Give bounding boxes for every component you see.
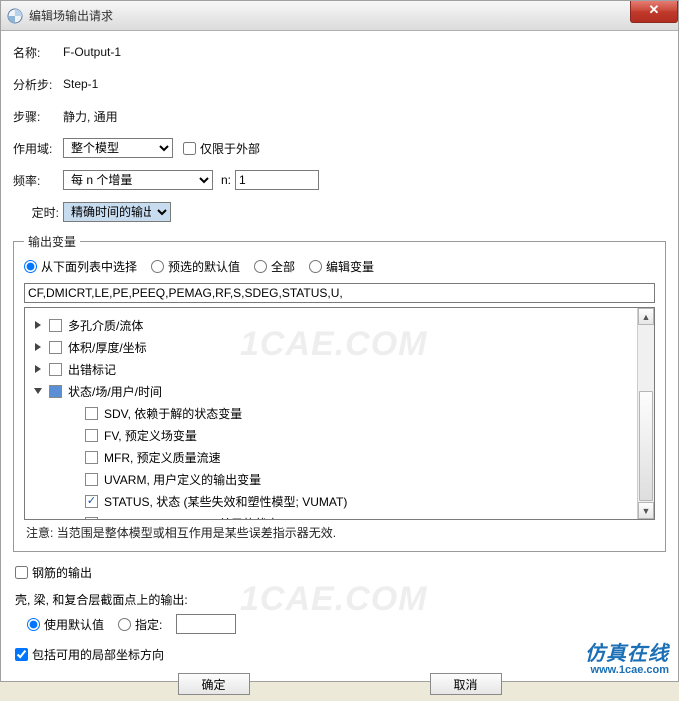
radio-from-list-label: 从下面列表中选择 — [41, 258, 137, 275]
frequency-label: 频率: — [13, 172, 63, 189]
tree-scrollbar[interactable]: ▲ ▼ — [637, 308, 654, 519]
section-points-label: 壳, 梁, 和复合层截面点上的输出: — [15, 591, 664, 608]
local-dirs-label: 包括可用的局部坐标方向 — [32, 646, 164, 663]
tree-node-error[interactable]: 出错标记 — [29, 358, 650, 380]
radio-edit-label: 编辑变量 — [326, 258, 374, 275]
specify-input[interactable] — [176, 614, 236, 634]
tree-checkbox-partial[interactable] — [49, 385, 62, 398]
tree-node-label: 多孔介质/流体 — [68, 317, 143, 334]
local-dirs-checkbox[interactable] — [15, 648, 28, 661]
scroll-up-button[interactable]: ▲ — [638, 308, 654, 325]
n-label: n: — [221, 173, 231, 187]
ok-button[interactable]: 确定 — [178, 673, 250, 695]
scroll-thumb[interactable] — [639, 391, 653, 501]
radio-preselected-label: 预选的默认值 — [168, 258, 240, 275]
scroll-down-button[interactable]: ▼ — [638, 502, 654, 519]
window-title: 编辑场输出请求 — [29, 7, 113, 24]
step-value: Step-1 — [63, 77, 98, 91]
timing-label: 定时: — [13, 204, 63, 221]
radio-from-list[interactable] — [24, 260, 37, 273]
frequency-select[interactable]: 每 n 个增量 — [63, 170, 213, 190]
rebar-checkbox[interactable] — [15, 566, 28, 579]
tree-leaf-label: STATUSXFEM, xfem 单元的状态 — [104, 515, 279, 521]
radio-specify-label: 指定: — [135, 616, 162, 633]
titlebar: 编辑场输出请求 ✕ — [1, 1, 678, 31]
cancel-button[interactable]: 取消 — [430, 673, 502, 695]
tree-leaf-label: UVARM, 用户定义的输出变量 — [104, 471, 261, 488]
radio-all[interactable] — [254, 260, 267, 273]
tree-checkbox[interactable] — [85, 451, 98, 464]
domain-label: 作用域: — [13, 140, 63, 157]
tree-leaf-status[interactable]: STATUS, 状态 (某些失效和塑性模型; VUMAT) — [29, 490, 650, 512]
rebar-label: 钢筋的输出 — [32, 564, 92, 581]
exterior-only-checkbox[interactable] — [183, 142, 196, 155]
note-row: 注意: 当范围是整体模型或相互作用是某些误差指示器无效. — [24, 520, 655, 543]
tree-checkbox[interactable] — [85, 429, 98, 442]
name-label: 名称: — [13, 44, 63, 61]
procedure-label: 步骤: — [13, 108, 63, 125]
tree-node-porous[interactable]: 多孔介质/流体 — [29, 314, 650, 336]
tree-leaf-sdv[interactable]: SDV, 依赖于解的状态变量 — [29, 402, 650, 424]
output-variables-group: 输出变量 从下面列表中选择 预选的默认值 全部 编辑变量 — [13, 233, 666, 552]
name-value: F-Output-1 — [63, 45, 121, 59]
expand-icon[interactable] — [33, 364, 43, 374]
tree-leaf-label: SDV, 依赖于解的状态变量 — [104, 405, 242, 422]
close-icon: ✕ — [649, 2, 660, 17]
close-button[interactable]: ✕ — [630, 1, 678, 23]
tree-node-label: 体积/厚度/坐标 — [68, 339, 147, 356]
tree-node-label: 状态/场/用户/时间 — [68, 383, 162, 400]
radio-specify[interactable] — [118, 618, 131, 631]
radio-all-label: 全部 — [271, 258, 295, 275]
expand-icon[interactable] — [33, 320, 43, 330]
radio-use-default[interactable] — [27, 618, 40, 631]
radio-preselected[interactable] — [151, 260, 164, 273]
tree-node-label: 出错标记 — [68, 361, 116, 378]
tree-checkbox[interactable] — [49, 341, 62, 354]
dialog-content: 名称: F-Output-1 分析步: Step-1 步骤: 静力, 通用 作用… — [1, 31, 678, 701]
tree-leaf-label: MFR, 预定义质量流速 — [104, 449, 221, 466]
tree-checkbox[interactable] — [49, 319, 62, 332]
domain-select[interactable]: 整个模型 — [63, 138, 173, 158]
timing-select[interactable]: 精确时间的输出 — [63, 202, 171, 222]
n-input[interactable] — [235, 170, 319, 190]
step-label: 分析步: — [13, 76, 63, 93]
tree-leaf-statusxfem[interactable]: STATUSXFEM, xfem 单元的状态 — [29, 512, 650, 520]
tree-node-state[interactable]: 状态/场/用户/时间 — [29, 380, 650, 402]
dialog-window: 编辑场输出请求 ✕ 名称: F-Output-1 分析步: Step-1 步骤:… — [0, 0, 679, 682]
tree-leaf-label: STATUS, 状态 (某些失效和塑性模型; VUMAT) — [104, 493, 347, 510]
tree-leaf-uvarm[interactable]: UVARM, 用户定义的输出变量 — [29, 468, 650, 490]
note-text: 当范围是整体模型或相互作用是某些误差指示器无效. — [57, 526, 336, 540]
variables-summary-input[interactable] — [24, 283, 655, 303]
tree-checkbox[interactable] — [49, 363, 62, 376]
note-label: 注意: — [26, 526, 53, 540]
exterior-only-label: 仅限于外部 — [200, 140, 260, 157]
variables-tree[interactable]: 多孔介质/流体 体积/厚度/坐标 出错标记 状态/场/用户/时间 — [24, 308, 655, 520]
expand-icon[interactable] — [33, 342, 43, 352]
tree-leaf-fv[interactable]: FV, 预定义场变量 — [29, 424, 650, 446]
collapse-icon[interactable] — [33, 386, 43, 396]
tree-checkbox-checked[interactable] — [85, 495, 98, 508]
tree-checkbox[interactable] — [85, 473, 98, 486]
tree-node-volume[interactable]: 体积/厚度/坐标 — [29, 336, 650, 358]
radio-edit[interactable] — [309, 260, 322, 273]
tree-checkbox[interactable] — [85, 407, 98, 420]
procedure-value: 静力, 通用 — [63, 108, 118, 125]
app-icon — [7, 8, 23, 24]
radio-use-default-label: 使用默认值 — [44, 616, 104, 633]
tree-leaf-mfr[interactable]: MFR, 预定义质量流速 — [29, 446, 650, 468]
tree-leaf-label: FV, 预定义场变量 — [104, 427, 197, 444]
output-variables-legend: 输出变量 — [24, 233, 80, 250]
tree-checkbox[interactable] — [85, 517, 98, 521]
